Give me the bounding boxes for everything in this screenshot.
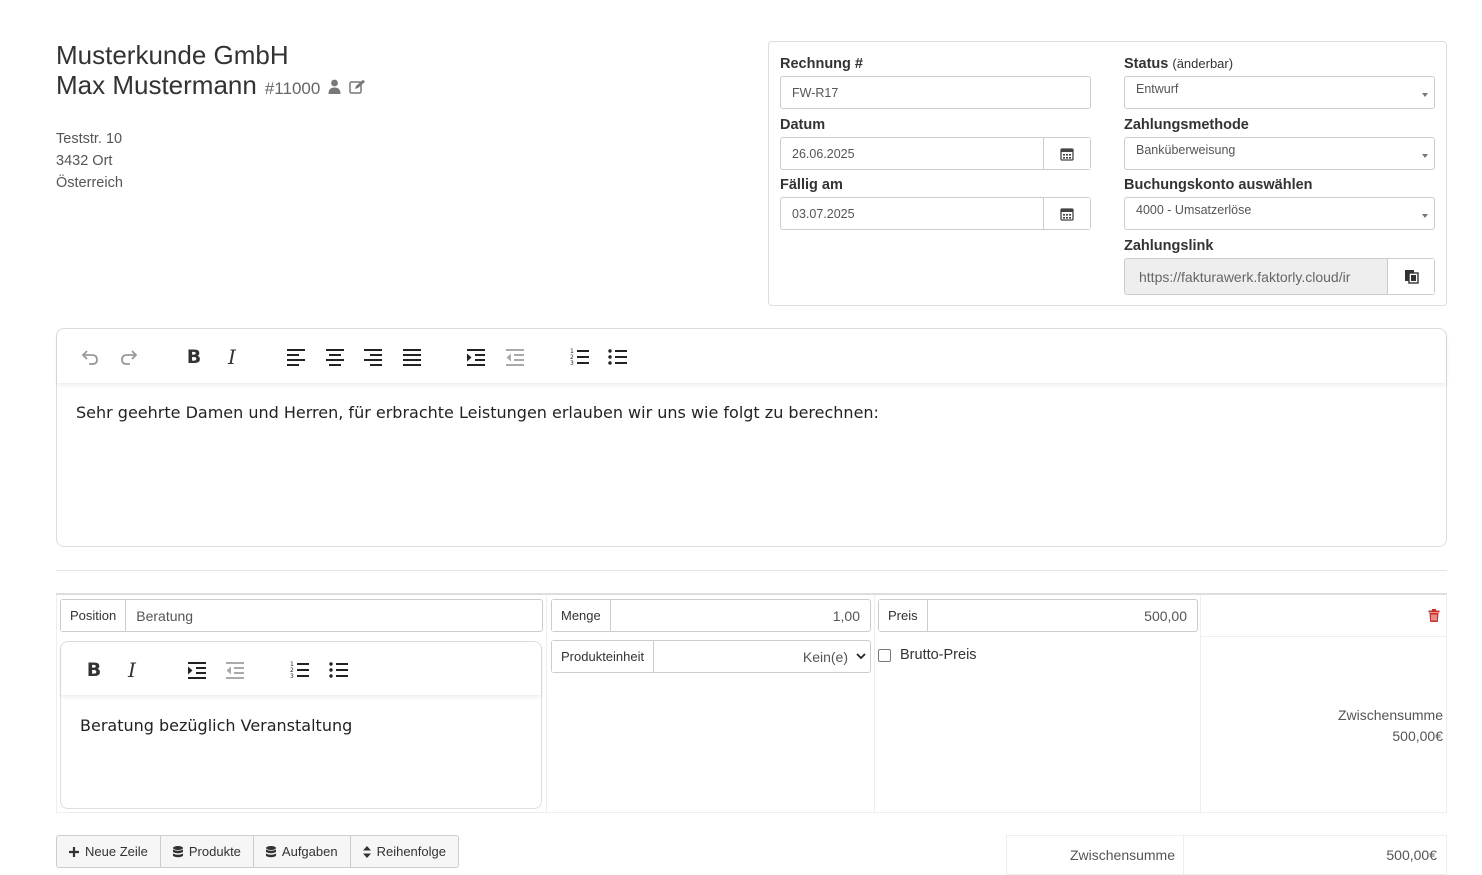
- calendar-icon[interactable]: [1043, 198, 1090, 229]
- align-justify-icon[interactable]: [401, 346, 423, 368]
- invoice-number-field: Rechnung # FW-R17: [780, 54, 1091, 109]
- new-row-button[interactable]: Neue Zeile: [57, 836, 161, 867]
- invoice-due-field: Fällig am 03.07.2025: [780, 175, 1091, 230]
- price-input[interactable]: 500,00: [928, 600, 1197, 631]
- address-street: Teststr. 10: [56, 131, 123, 147]
- align-left-icon[interactable]: [285, 346, 307, 368]
- invoice-date-label: Datum: [780, 117, 826, 133]
- outdent-icon[interactable]: [504, 346, 526, 368]
- gross-price-checkbox[interactable]: [878, 648, 891, 662]
- gross-price-option[interactable]: Brutto-Preis: [878, 647, 977, 663]
- paylink-input[interactable]: https://fakturawerk.faktorly.cloud/ir: [1124, 258, 1435, 295]
- indent-icon[interactable]: [465, 346, 487, 368]
- svg-text:3: 3: [290, 673, 294, 679]
- position-input-group: Position Beratung: [60, 599, 543, 632]
- gross-price-label: Brutto-Preis: [900, 647, 977, 663]
- unit-label: Produkteinheit: [552, 641, 655, 672]
- invoice-number-label: Rechnung #: [780, 56, 863, 72]
- quantity-input-group: Menge 1,00: [551, 599, 871, 632]
- customer-number: #11000: [264, 79, 321, 98]
- editor-toolbar: B I 123: [57, 329, 1446, 383]
- status-field: Status (änderbar) Entwurf: [1124, 54, 1435, 109]
- line-item-row: Position Beratung B I 123 Beratung bezüg…: [56, 593, 1447, 813]
- bold-icon[interactable]: B: [183, 346, 205, 368]
- align-right-icon[interactable]: [362, 346, 384, 368]
- position-label: Position: [61, 600, 127, 631]
- products-button[interactable]: Produkte: [161, 836, 254, 867]
- customer-block: Musterkunde GmbH Max Mustermann #11000 T…: [56, 40, 656, 194]
- paylink-label: Zahlungslink: [1124, 238, 1214, 254]
- payment-method-field: Zahlungsmethode Banküberweisung: [1124, 115, 1435, 170]
- position-input[interactable]: Beratung: [126, 600, 542, 631]
- plus-icon: [69, 846, 79, 857]
- invoice-due-input[interactable]: 03.07.2025: [780, 197, 1091, 230]
- account-field: Buchungskonto auswählen 4000 - Umsatzerl…: [1124, 175, 1435, 230]
- totals-subtotal-label: Zwischensumme: [1007, 836, 1184, 874]
- undo-icon[interactable]: [79, 346, 101, 368]
- invoice-due-label: Fällig am: [780, 177, 843, 193]
- indent-icon[interactable]: [186, 659, 208, 681]
- account-select[interactable]: 4000 - Umsatzerlöse: [1124, 197, 1435, 230]
- customer-person-row: Max Mustermann #11000: [56, 70, 656, 104]
- account-label: Buchungskonto auswählen: [1124, 177, 1313, 193]
- align-center-icon[interactable]: [324, 346, 346, 368]
- paylink-field: Zahlungslink https://fakturawerk.faktorl…: [1124, 236, 1435, 295]
- italic-icon[interactable]: I: [221, 345, 243, 369]
- description-editor[interactable]: B I 123 Beratung bezüglich Veranstaltung: [60, 641, 542, 809]
- caret-down-icon: [1422, 214, 1428, 218]
- totals-subtotal-row: Zwischensumme 500,00€: [1006, 835, 1447, 875]
- redo-icon[interactable]: [118, 346, 140, 368]
- caret-down-icon: [1422, 154, 1428, 158]
- edit-icon[interactable]: [349, 79, 366, 94]
- invoice-meta-panel: Rechnung # FW-R17 Datum 26.06.2025 Fälli…: [768, 41, 1447, 306]
- price-label: Preis: [879, 600, 928, 631]
- address-country: Österreich: [56, 175, 123, 191]
- database-icon: [265, 845, 276, 857]
- bullet-list-icon[interactable]: [328, 659, 350, 681]
- invoice-date-field: Datum 26.06.2025: [780, 115, 1091, 170]
- quantity-input[interactable]: 1,00: [611, 600, 870, 631]
- customer-name: Max Mustermann: [56, 70, 257, 100]
- ordered-list-icon[interactable]: 123: [569, 346, 591, 368]
- totals-subtotal-value: 500,00€: [1386, 847, 1437, 863]
- line-subtotal-label: Zwischensumme: [1337, 707, 1443, 723]
- order-button[interactable]: Reihenfolge: [351, 836, 458, 867]
- status-label: Status (änderbar): [1124, 56, 1234, 72]
- payment-method-label: Zahlungsmethode: [1124, 117, 1249, 133]
- invoice-number-input[interactable]: FW-R17: [780, 76, 1091, 109]
- intro-text-editor[interactable]: B I 123 Sehr geehrte Damen und Herren, f…: [56, 328, 1447, 547]
- address-city: 3432 Ort: [56, 153, 113, 169]
- description-toolbar: B I 123: [61, 642, 541, 695]
- status-select[interactable]: Entwurf: [1124, 76, 1435, 109]
- price-input-group: Preis 500,00: [878, 599, 1198, 632]
- sort-icon: [362, 845, 371, 858]
- database-icon: [172, 845, 183, 857]
- payment-method-select[interactable]: Banküberweisung: [1124, 137, 1435, 170]
- unit-input-group: Produkteinheit Kein(e): [551, 640, 871, 673]
- chevron-down-icon: [856, 653, 866, 660]
- trash-icon[interactable]: [1428, 609, 1440, 625]
- calendar-icon[interactable]: [1043, 138, 1090, 169]
- section-divider: [56, 570, 1447, 571]
- invoice-date-input[interactable]: 26.06.2025: [780, 137, 1091, 170]
- line-actions: Neue Zeile Produkte Aufgaben Reihenfolge: [56, 835, 459, 868]
- tasks-button[interactable]: Aufgaben: [254, 836, 351, 867]
- svg-text:3: 3: [570, 360, 574, 366]
- caret-down-icon: [1422, 93, 1428, 97]
- user-icon[interactable]: [328, 79, 341, 94]
- ordered-list-icon[interactable]: 123: [289, 659, 311, 681]
- outdent-icon[interactable]: [224, 659, 246, 681]
- intro-text[interactable]: Sehr geehrte Damen und Herren, für erbra…: [76, 403, 879, 422]
- quantity-label: Menge: [552, 600, 611, 631]
- line-subtotal-value: 500,00€: [1392, 728, 1443, 744]
- line-subtotal: Zwischensumme 500,00€: [1338, 705, 1443, 747]
- italic-icon[interactable]: I: [121, 658, 143, 682]
- customer-company: Musterkunde GmbH: [56, 40, 289, 70]
- bullet-list-icon[interactable]: [607, 346, 629, 368]
- bold-icon[interactable]: B: [83, 659, 105, 681]
- copy-icon[interactable]: [1387, 259, 1434, 294]
- customer-address: Teststr. 10 3432 Ort Österreich: [56, 128, 656, 194]
- description-text[interactable]: Beratung bezüglich Veranstaltung: [80, 716, 352, 735]
- unit-select[interactable]: Kein(e): [654, 641, 870, 672]
